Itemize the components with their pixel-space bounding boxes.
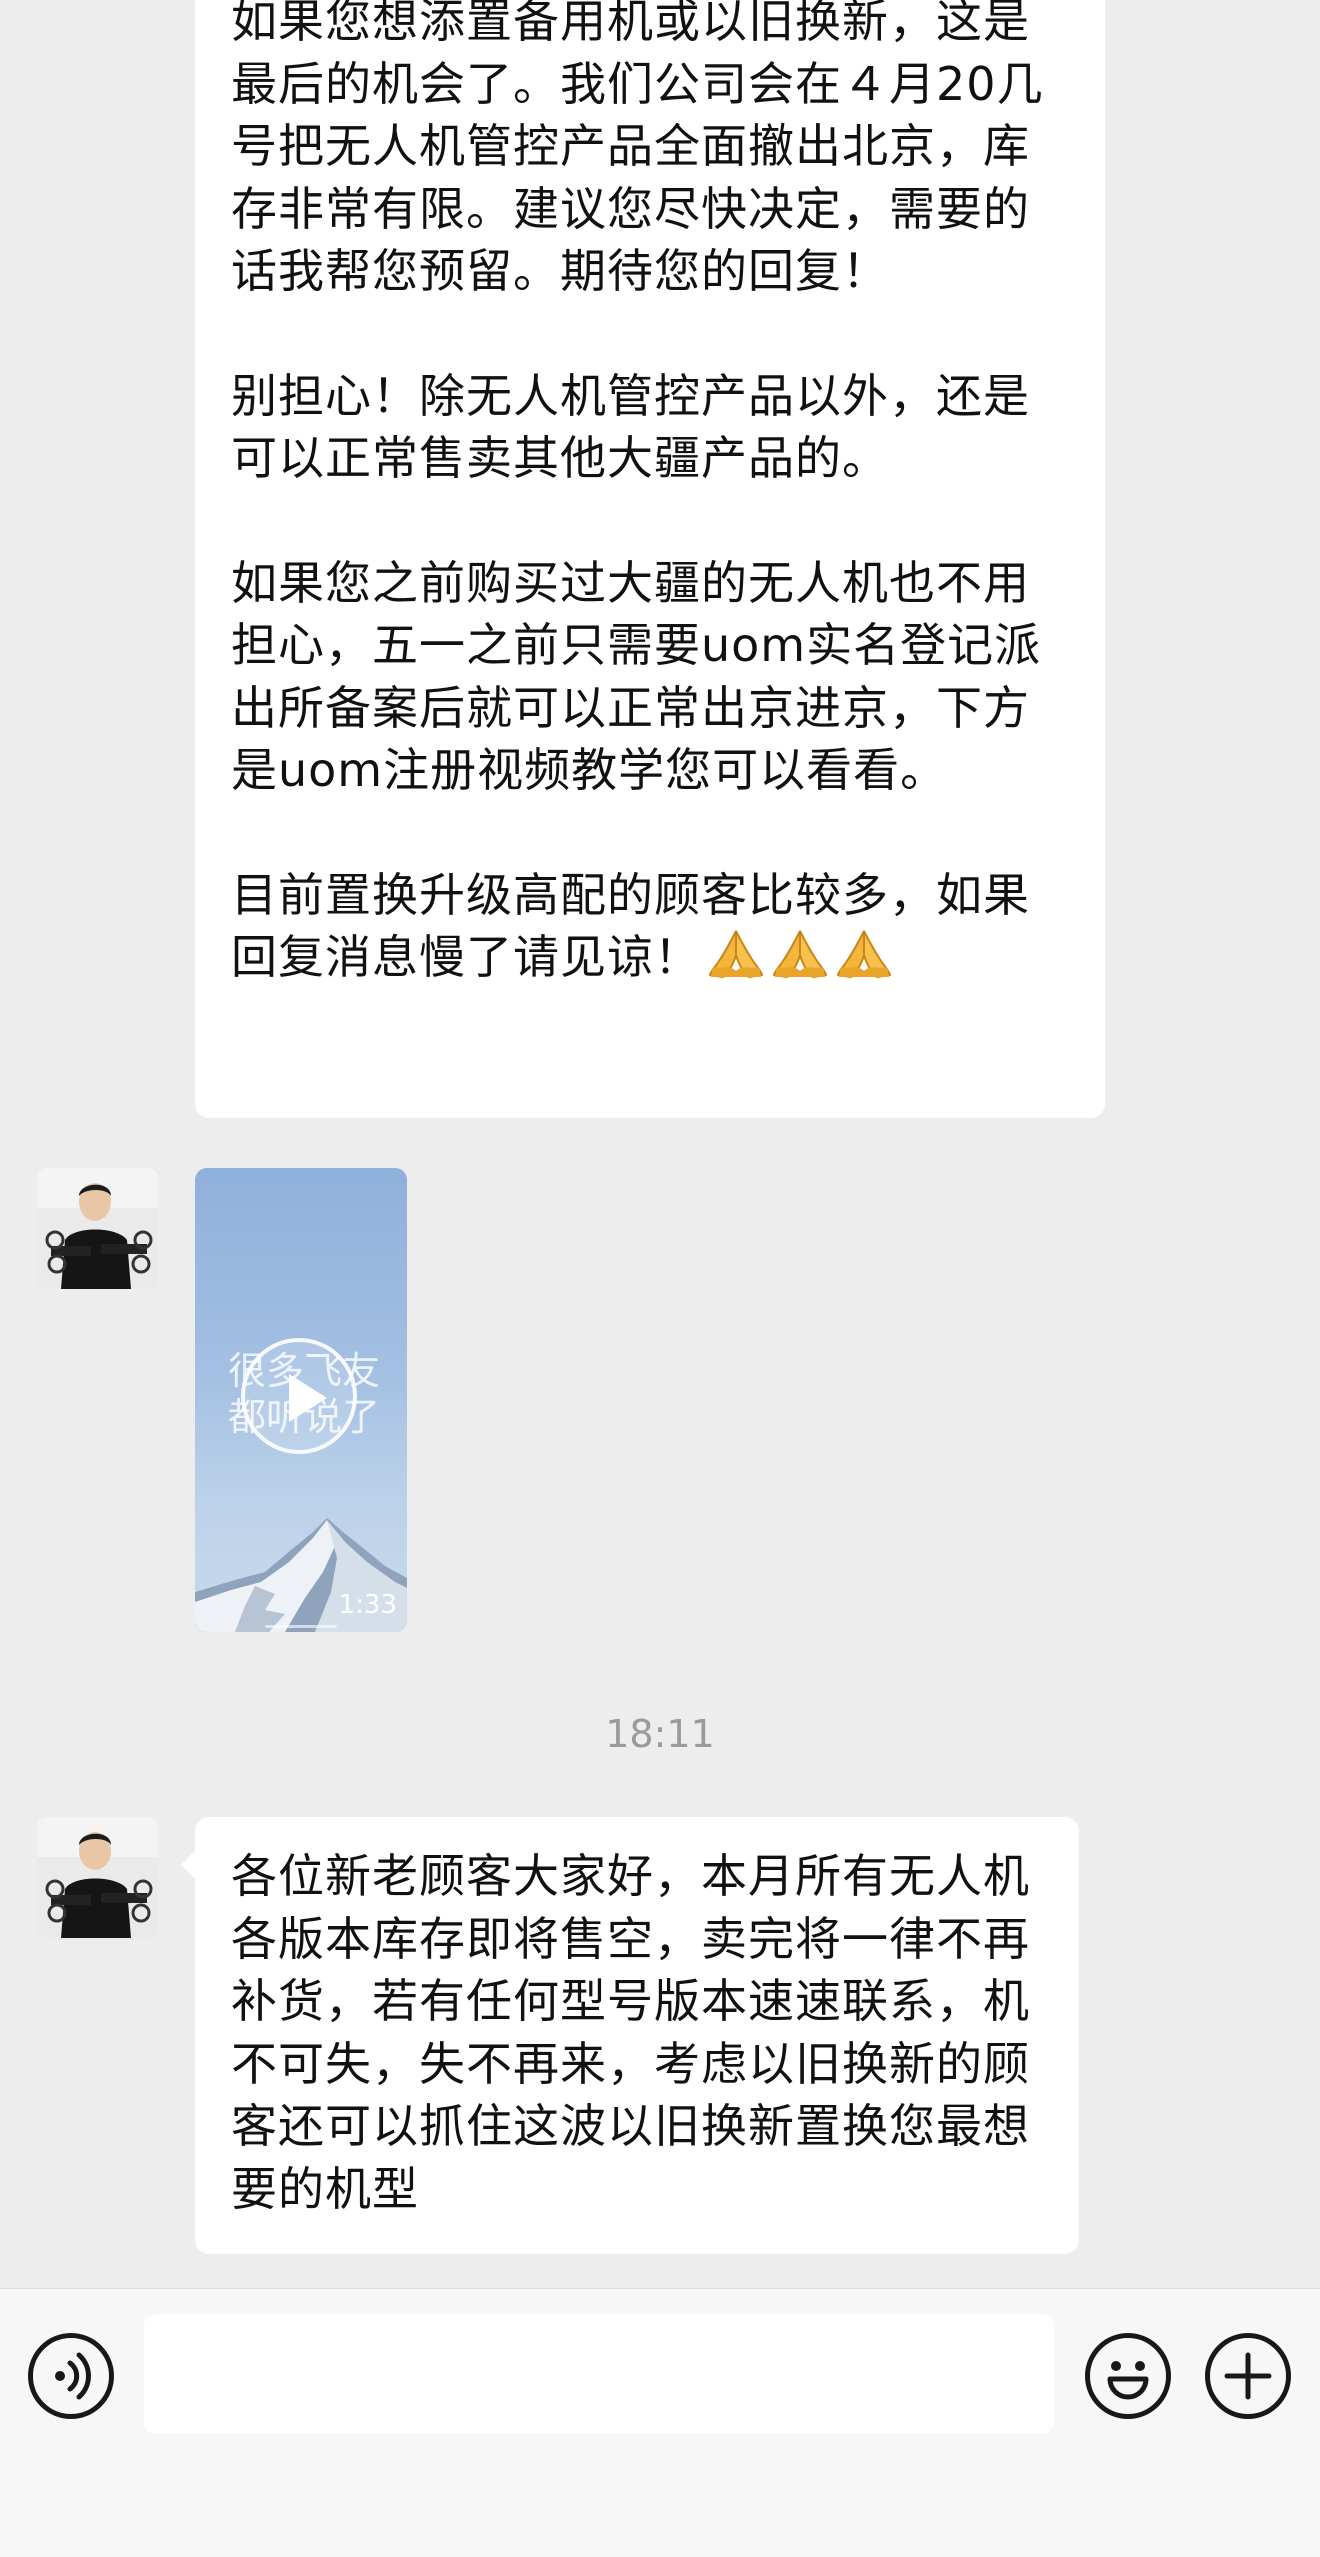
video-message[interactable]: 很多飞友都听说了 1:33 xyxy=(195,1168,407,1632)
emoji-icon xyxy=(1107,2361,1149,2400)
plus-button[interactable] xyxy=(1205,2333,1291,2419)
message-paragraph: 别担心！除无人机管控产品以外，还是可以正常售卖其他大疆产品的。 xyxy=(231,368,1030,486)
video-duration: 1:33 xyxy=(338,1590,397,1620)
plus-icon xyxy=(1224,2352,1272,2400)
voice-icon xyxy=(55,2352,91,2400)
message-paragraph: 如果您想添置备用机或以旧换新，这是最后的机会了。我们公司会在４月20几号把无人机… xyxy=(231,0,1044,298)
video-progress-indicator xyxy=(265,1625,337,1628)
timestamp: 18:11 xyxy=(605,1712,715,1756)
message-input[interactable] xyxy=(144,2314,1054,2434)
chat-area[interactable]: 如果您想添置备用机或以旧换新，这是最后的机会了。我们公司会在４月20几号把无人机… xyxy=(0,0,1320,2288)
avatar[interactable] xyxy=(37,1168,158,1289)
folded-hands-icon xyxy=(835,927,893,981)
message-paragraph-text: 目前置换升级高配的顾客比较多，如果回复消息慢了请见谅！ xyxy=(231,867,1030,985)
message-paragraph-last: 目前置换升级高配的顾客比较多，如果回复消息慢了请见谅！ xyxy=(231,864,1069,989)
input-bar xyxy=(0,2288,1320,2557)
folded-hands-icon xyxy=(707,927,765,981)
emoji-group xyxy=(707,927,893,981)
avatar[interactable] xyxy=(37,1817,158,1938)
avatar-image xyxy=(37,1817,158,1938)
folded-hands-icon xyxy=(771,927,829,981)
play-icon[interactable] xyxy=(241,1338,357,1454)
voice-button[interactable] xyxy=(28,2333,114,2419)
message-bubble[interactable]: 各位新老顾客大家好，本月所有无人机各版本库存即将售空，卖完将一律不再补货，若有任… xyxy=(181,1817,1079,2254)
avatar-image xyxy=(37,1168,158,1289)
message-bubble[interactable]: 如果您想添置备用机或以旧换新，这是最后的机会了。我们公司会在４月20几号把无人机… xyxy=(195,0,1105,1118)
emoji-button[interactable] xyxy=(1085,2333,1171,2419)
message-paragraph: 各位新老顾客大家好，本月所有无人机各版本库存即将售空，卖完将一律不再补货，若有任… xyxy=(231,1849,1030,2216)
message-paragraph: 如果您之前购买过大疆的无人机也不用担心，五一之前只需要uom实名登记派出所备案后… xyxy=(231,555,1042,798)
